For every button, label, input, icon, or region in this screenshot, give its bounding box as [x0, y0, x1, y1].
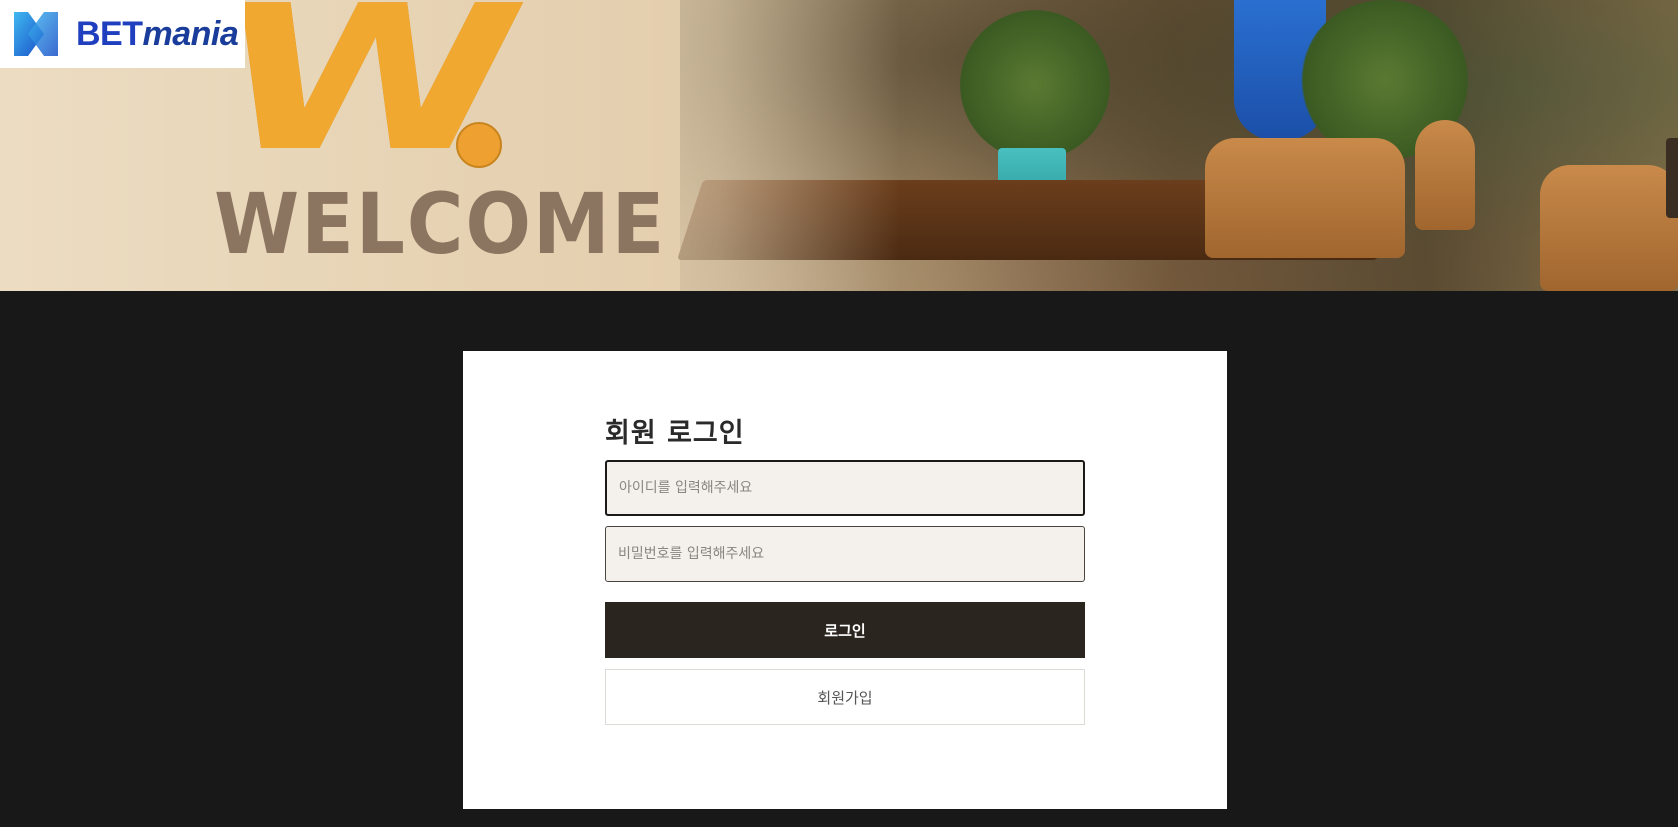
side-tab[interactable] [1666, 138, 1678, 218]
login-card: 회원 로그인 로그인 회원가입 [463, 351, 1227, 809]
betmania-logo-icon [8, 6, 64, 62]
logo-text-bet: BET [76, 14, 143, 53]
site-logo[interactable]: BETmania [0, 0, 245, 68]
user-id-input[interactable] [605, 460, 1085, 516]
logo-wordmark: BETmania [76, 14, 239, 54]
signup-button[interactable]: 회원가입 [605, 669, 1085, 725]
password-input[interactable] [605, 526, 1085, 582]
logo-text-mania: mania [142, 14, 239, 53]
chair-decor [1540, 165, 1678, 291]
login-button[interactable]: 로그인 [605, 602, 1085, 658]
welcome-banner: W WELCOME [0, 0, 1678, 291]
welcome-dot [456, 122, 502, 168]
login-title: 회원 로그인 [605, 418, 745, 449]
welcome-heading: WELCOME [214, 175, 667, 273]
chair-decor [1205, 138, 1405, 258]
chair-decor [1415, 120, 1475, 230]
plant-decor [960, 10, 1110, 160]
